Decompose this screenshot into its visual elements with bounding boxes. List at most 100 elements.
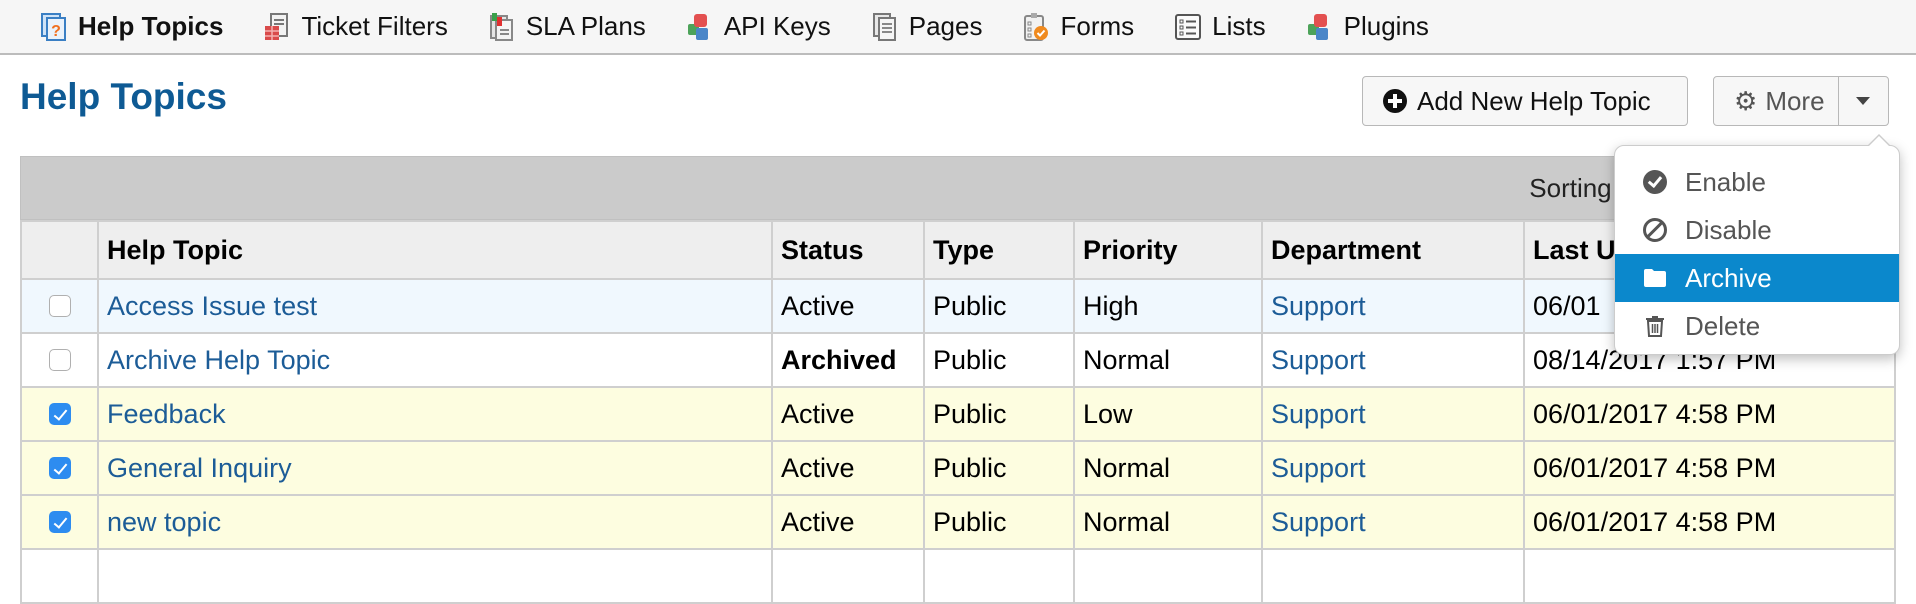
more-dropdown-toggle[interactable] <box>1839 77 1888 125</box>
help-topic-link[interactable]: Feedback <box>107 399 226 429</box>
help-topic-cell: General Inquiry <box>97 440 773 496</box>
table-row[interactable]: new topic Active Public Normal Support 06/01/… <box>20 494 1896 550</box>
add-button-label: Add New Help Topic <box>1417 85 1651 116</box>
more-button[interactable]: ⚙ More <box>1714 77 1839 125</box>
department-link[interactable]: Support <box>1271 399 1366 429</box>
help-topic-link[interactable]: Archive Help Topic <box>107 345 330 375</box>
department-link[interactable]: Support <box>1271 453 1366 483</box>
svg-text:?: ? <box>51 23 61 40</box>
department-link[interactable]: Support <box>1271 507 1366 537</box>
help-topic-cell: new topic <box>97 494 773 550</box>
help-topic-cell: Access Issue test <box>97 278 773 334</box>
nav-label: SLA Plans <box>525 11 646 41</box>
select-cell <box>20 278 99 334</box>
status-cell: Archived <box>771 332 925 388</box>
check-circle-icon <box>1643 170 1667 194</box>
top-nav: ? Help Topics Ticket Filters SLA Plans A… <box>0 0 1916 55</box>
column-header-help-topic[interactable]: Help Topic <box>97 220 773 280</box>
trash-icon <box>1646 316 1664 337</box>
pages-icon <box>872 12 896 41</box>
help-topic-cell: Archive Help Topic <box>97 332 773 388</box>
select-cell <box>20 332 99 388</box>
menu-item-label: Enable <box>1685 166 1766 197</box>
empty-cell <box>1261 548 1525 604</box>
nav-item-help-topics[interactable]: ? Help Topics <box>40 11 223 42</box>
more-dropdown-menu: Enable Disable Archive Delete <box>1614 134 1900 355</box>
nav-item-ticket-filters[interactable]: Ticket Filters <box>263 11 448 42</box>
column-header-department[interactable]: Department <box>1261 220 1525 280</box>
priority-cell: High <box>1073 278 1263 334</box>
column-header-priority[interactable]: Priority <box>1073 220 1263 280</box>
more-button-group: ⚙ More <box>1713 76 1889 126</box>
lists-icon <box>1175 13 1202 40</box>
last-updated-cell: 06/01/2017 4:58 PM <box>1523 386 1896 442</box>
status-cell: Active <box>771 386 925 442</box>
department-cell: Support <box>1261 440 1525 496</box>
type-cell: Public <box>923 278 1075 334</box>
caret-down-icon <box>1856 97 1871 105</box>
type-cell: Public <box>923 494 1075 550</box>
department-link[interactable]: Support <box>1271 345 1366 375</box>
nav-item-lists[interactable]: Lists <box>1174 11 1266 42</box>
status-cell: Active <box>771 440 925 496</box>
department-link[interactable]: Support <box>1271 291 1366 321</box>
empty-cell <box>771 548 925 604</box>
empty-cell <box>20 548 99 604</box>
nav-label: Ticket Filters <box>301 11 448 41</box>
row-checkbox[interactable] <box>48 349 71 371</box>
nav-label: API Keys <box>723 11 831 41</box>
menu-item-disable[interactable]: Disable <box>1615 206 1899 254</box>
type-cell: Public <box>923 440 1075 496</box>
nav-item-forms[interactable]: Forms <box>1022 11 1134 42</box>
ban-icon <box>1643 218 1667 242</box>
gear-icon: ⚙ <box>1734 85 1758 116</box>
menu-item-delete[interactable]: Delete <box>1615 302 1899 350</box>
nav-item-plugins[interactable]: Plugins <box>1306 11 1429 42</box>
forms-icon <box>1024 12 1049 41</box>
column-header-type[interactable]: Type <box>923 220 1075 280</box>
help-topics-icon: ? <box>41 12 66 41</box>
menu-item-label: Delete <box>1685 310 1761 341</box>
plugins-icon <box>1307 13 1328 40</box>
page-title: Help Topics <box>20 76 227 117</box>
nav-item-api-keys[interactable]: API Keys <box>686 11 831 42</box>
priority-cell: Normal <box>1073 494 1263 550</box>
nav-item-sla-plans[interactable]: SLA Plans <box>488 11 646 42</box>
empty-cell <box>1523 548 1896 604</box>
last-updated-cell: 06/01/2017 4:58 PM <box>1523 440 1896 496</box>
menu-item-archive[interactable]: Archive <box>1615 254 1899 302</box>
help-topic-link[interactable]: new topic <box>107 507 221 537</box>
table-row[interactable] <box>20 548 1896 604</box>
priority-cell: Normal <box>1073 332 1263 388</box>
row-checkbox[interactable] <box>48 511 71 533</box>
nav-label: Forms <box>1060 11 1135 41</box>
priority-cell: Low <box>1073 386 1263 442</box>
column-header-status[interactable]: Status <box>771 220 925 280</box>
folder-icon <box>1644 269 1666 287</box>
help-topic-link[interactable]: General Inquiry <box>107 453 292 483</box>
api-keys-icon <box>687 13 708 40</box>
select-cell <box>20 494 99 550</box>
type-cell: Public <box>923 332 1075 388</box>
menu-item-enable[interactable]: Enable <box>1615 158 1899 206</box>
sla-plans-icon <box>489 12 513 41</box>
row-checkbox[interactable] <box>48 295 71 317</box>
empty-cell <box>923 548 1075 604</box>
nav-item-pages[interactable]: Pages <box>871 11 982 42</box>
help-topic-link[interactable]: Access Issue test <box>107 291 317 321</box>
table-row[interactable]: Feedback Active Public Low Support 06/01/2017… <box>20 386 1896 442</box>
more-button-label: More <box>1765 85 1825 116</box>
table-row[interactable]: General Inquiry Active Public Normal Support… <box>20 440 1896 496</box>
department-cell: Support <box>1261 494 1525 550</box>
type-cell: Public <box>923 386 1075 442</box>
last-updated-cell: 06/01/2017 4:58 PM <box>1523 494 1896 550</box>
row-checkbox[interactable] <box>48 403 71 425</box>
add-new-help-topic-button[interactable]: Add New Help Topic <box>1362 76 1688 126</box>
column-header-select <box>20 220 99 280</box>
menu-item-label: Disable <box>1685 214 1772 245</box>
row-checkbox[interactable] <box>48 457 71 479</box>
nav-label: Lists <box>1212 11 1266 41</box>
empty-cell <box>97 548 773 604</box>
select-cell <box>20 440 99 496</box>
priority-cell: Normal <box>1073 440 1263 496</box>
